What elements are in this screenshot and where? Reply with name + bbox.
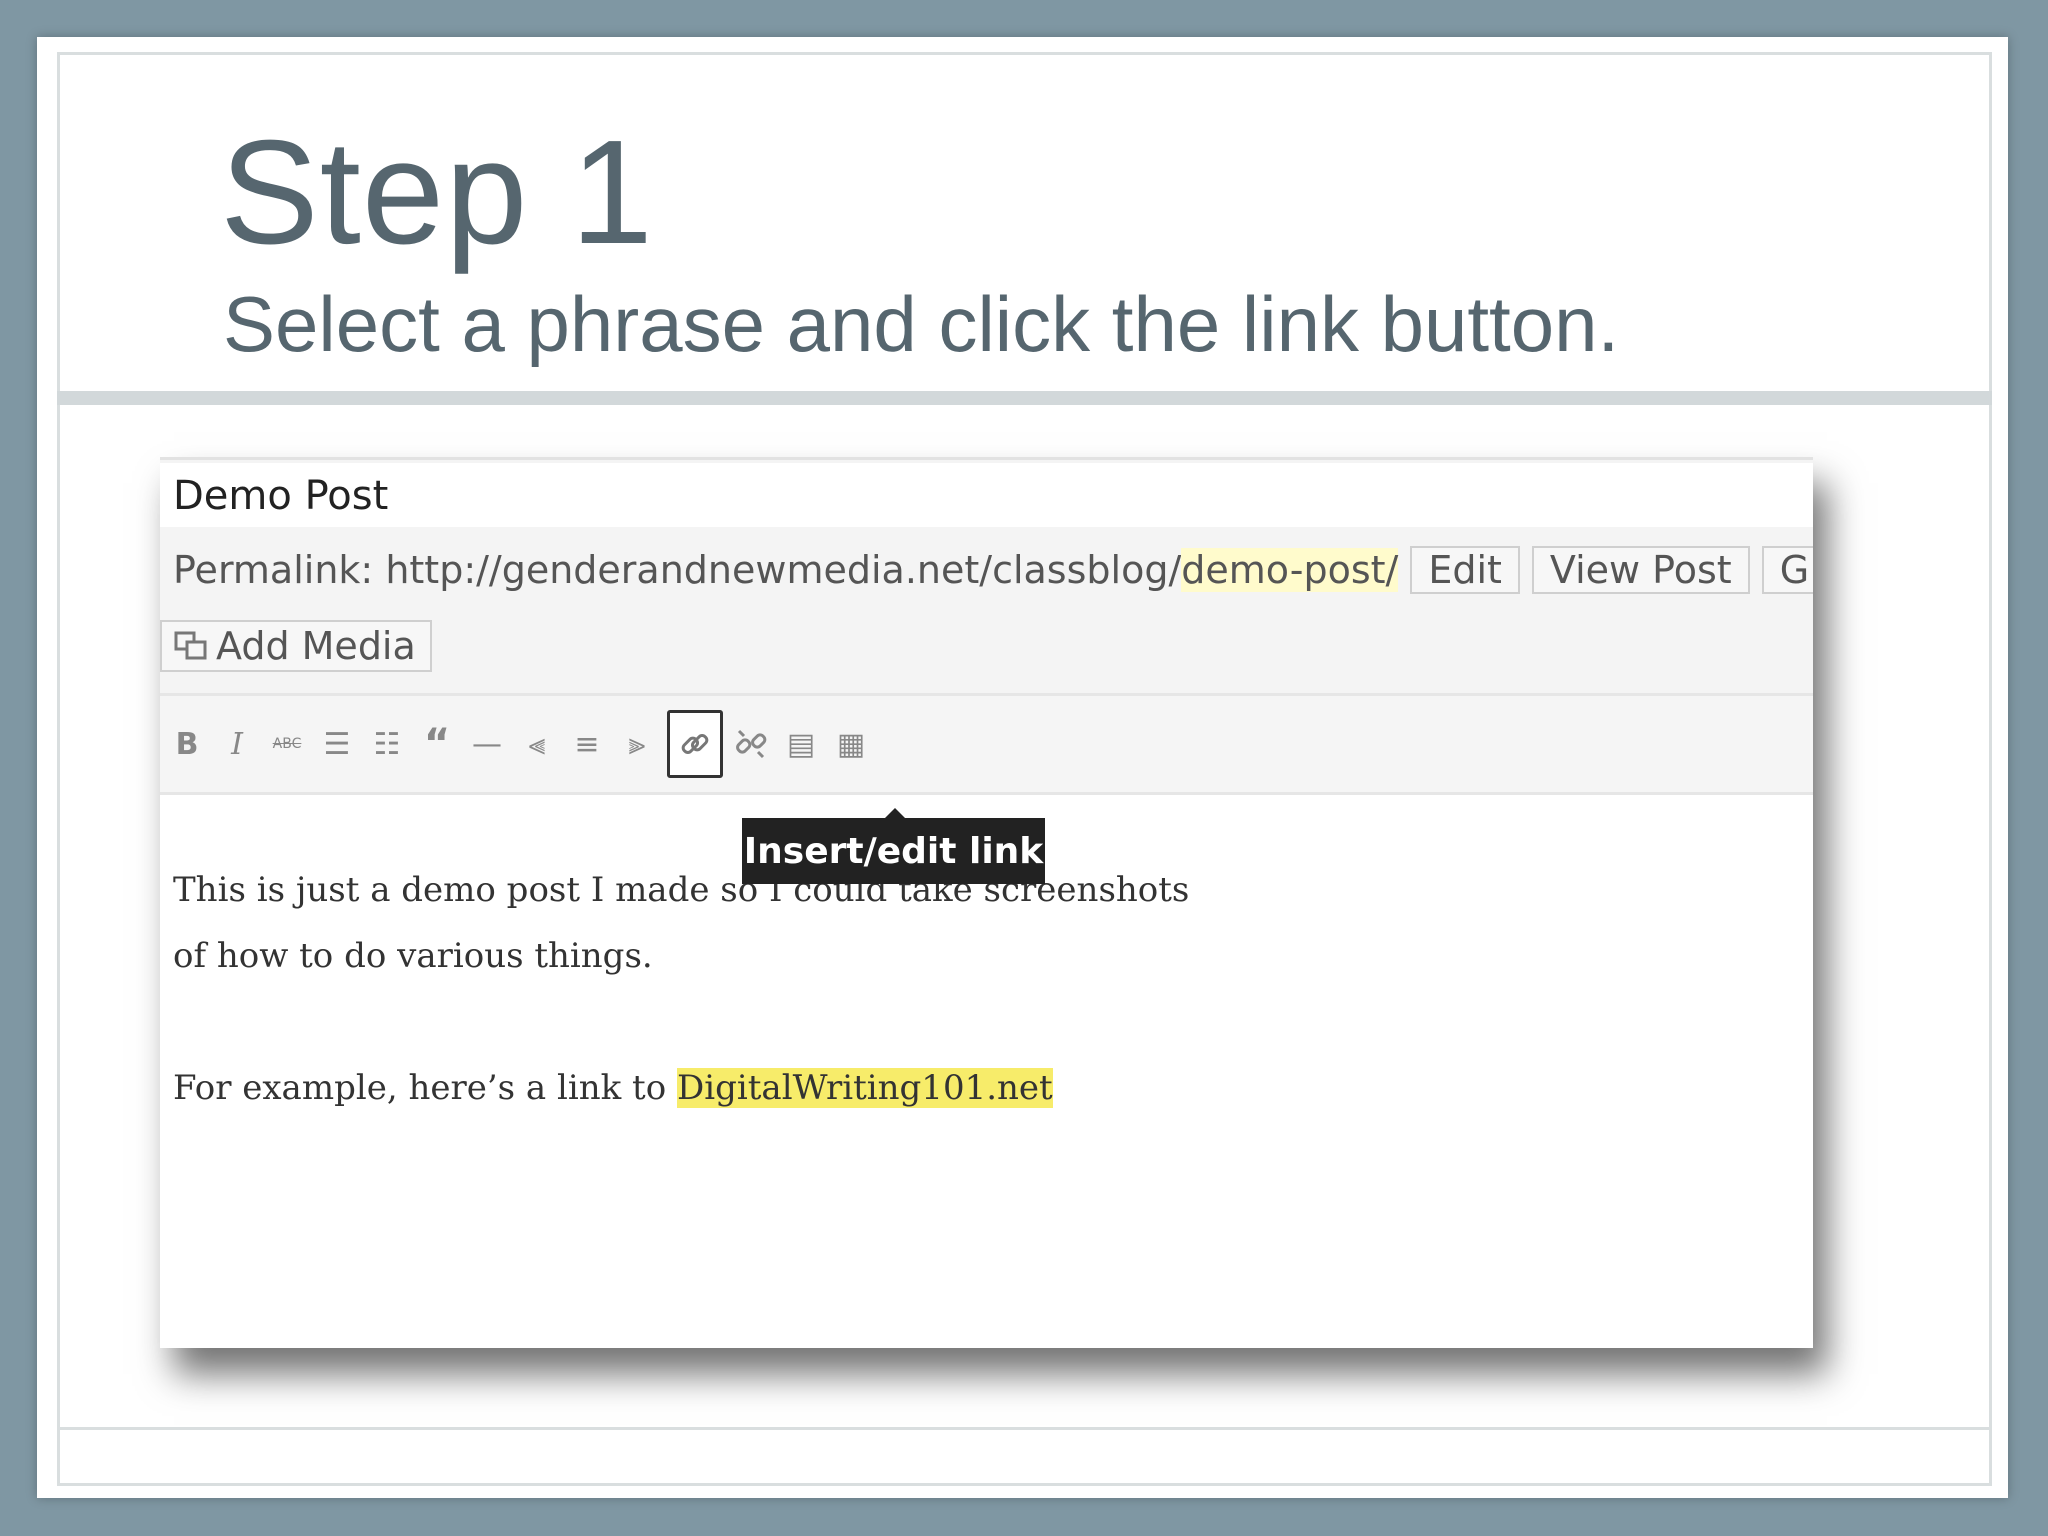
slide-subtitle: Select a phrase and click the link butto… bbox=[223, 280, 1620, 368]
editor-toolbar: B I ABC ☰ ☷ “ — ⫷ ≡ ⫸ ▤ ▦ bbox=[160, 693, 1813, 795]
selected-phrase[interactable]: DigitalWriting101.net bbox=[676, 1068, 1053, 1108]
remove-link-button[interactable] bbox=[728, 715, 774, 773]
link-icon bbox=[681, 733, 709, 755]
slide-title: Step 1 bbox=[220, 110, 654, 275]
bullet-list-button[interactable]: ☰ bbox=[314, 715, 360, 773]
insert-link-tooltip: Insert/edit link bbox=[742, 818, 1045, 884]
read-more-icon: ▤ bbox=[786, 726, 816, 762]
unlink-icon bbox=[736, 729, 767, 759]
blockquote-icon: “ bbox=[423, 721, 451, 767]
post-title-text: Demo Post bbox=[173, 473, 389, 519]
align-center-icon: ≡ bbox=[574, 726, 600, 762]
horizontal-rule-icon: — bbox=[472, 726, 502, 762]
permalink-label: Permalink: bbox=[173, 548, 374, 592]
numbered-list-icon: ☷ bbox=[373, 726, 401, 762]
align-left-icon: ⫷ bbox=[528, 726, 546, 762]
align-right-icon: ⫸ bbox=[628, 726, 646, 762]
content-line: of how to do various things. bbox=[173, 936, 653, 976]
permalink-base-url: http://genderandnewmedia.net/classblog/ bbox=[385, 548, 1182, 592]
get-shortlink-button[interactable]: G bbox=[1761, 546, 1813, 594]
numbered-list-button[interactable]: ☷ bbox=[364, 715, 410, 773]
align-left-button[interactable]: ⫷ bbox=[514, 715, 560, 773]
insert-link-button[interactable] bbox=[667, 710, 723, 778]
strikethrough-button[interactable]: ABC bbox=[264, 715, 310, 773]
tooltip-arrow bbox=[885, 808, 905, 818]
post-title-field[interactable]: Demo Post bbox=[160, 463, 1813, 527]
content-text: For example, here’s a link to bbox=[173, 1068, 677, 1108]
editor-header: Demo Post Permalink: http://genderandnew… bbox=[160, 457, 1813, 696]
blockquote-button[interactable]: “ bbox=[414, 715, 460, 773]
editor-screenshot: Demo Post Permalink: http://genderandnew… bbox=[160, 457, 1813, 1348]
toolbar-toggle-icon: ▦ bbox=[836, 726, 866, 762]
read-more-button[interactable]: ▤ bbox=[778, 715, 824, 773]
bold-button[interactable]: B bbox=[164, 715, 210, 773]
footer-divider bbox=[57, 1427, 1992, 1430]
align-center-button[interactable]: ≡ bbox=[564, 715, 610, 773]
slide: Step 1 Select a phrase and click the lin… bbox=[37, 37, 2008, 1498]
add-media-icon bbox=[174, 631, 207, 660]
italic-icon: I bbox=[231, 726, 243, 762]
post-content[interactable]: This is just a demo post I made so I cou… bbox=[173, 857, 1189, 1121]
italic-button[interactable]: I bbox=[214, 715, 260, 773]
edit-permalink-button[interactable]: Edit bbox=[1410, 546, 1520, 594]
add-media-button[interactable]: Add Media bbox=[160, 620, 432, 672]
bold-icon: B bbox=[175, 726, 199, 762]
content-line: For example, here’s a link to DigitalWri… bbox=[173, 1055, 1189, 1121]
add-media-label: Add Media bbox=[216, 624, 416, 668]
horizontal-rule-button[interactable]: — bbox=[464, 715, 510, 773]
toolbar-toggle-button[interactable]: ▦ bbox=[828, 715, 874, 773]
title-divider bbox=[57, 391, 1992, 405]
bullet-list-icon: ☰ bbox=[323, 726, 351, 762]
permalink-row: Permalink: http://genderandnewmedia.net/… bbox=[173, 546, 1813, 594]
view-post-button[interactable]: View Post bbox=[1531, 546, 1750, 594]
strikethrough-icon: ABC bbox=[272, 736, 302, 752]
align-right-button[interactable]: ⫸ bbox=[614, 715, 660, 773]
permalink-slug[interactable]: demo-post/ bbox=[1181, 548, 1399, 592]
